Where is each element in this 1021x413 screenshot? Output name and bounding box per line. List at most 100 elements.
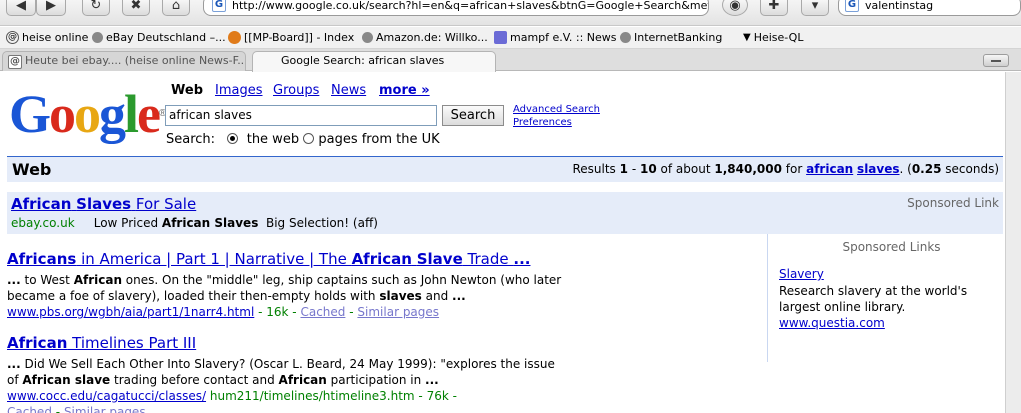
google-search-engine-icon: G bbox=[845, 0, 859, 12]
bookmark-mampf[interactable]: mampf e.V. :: News bbox=[494, 31, 617, 44]
bookmark-heise[interactable]: @ heise online bbox=[6, 31, 88, 44]
mp-board-icon bbox=[228, 31, 241, 44]
results-header: Web Results 1 - 10 of about 1,840,000 fo… bbox=[7, 156, 1003, 182]
bookmark-label: mampf e.V. :: News bbox=[510, 31, 617, 44]
bookmark-label: [[MP-Board]] - Index bbox=[244, 31, 355, 44]
snippet-part: trading before contact and bbox=[110, 373, 279, 387]
search-options: Advanced Search Preferences bbox=[513, 103, 600, 129]
stop-icon: ✖ bbox=[130, 0, 142, 13]
bookmark-label: eBay Deutschland –... bbox=[106, 31, 226, 44]
snippet-part: ... bbox=[7, 357, 21, 371]
side-sponsored-links: Sponsored Links Slavery Research slavery… bbox=[767, 234, 1003, 362]
bookmark-heise-ql[interactable]: ▼ Heise-QL bbox=[743, 31, 803, 44]
tab-web: Web bbox=[171, 83, 203, 98]
bookmark-mp-board[interactable]: [[MP-Board]] - Index bbox=[228, 31, 354, 44]
cached-link[interactable]: Cached bbox=[7, 405, 52, 413]
query-term-link[interactable]: slaves bbox=[857, 162, 899, 176]
result-url-line: Cached - Similar pages bbox=[7, 404, 567, 413]
more-link[interactable]: more » bbox=[379, 83, 430, 98]
bookmark-label: heise online bbox=[22, 31, 89, 44]
result-url-line: www.cocc.edu/cagatucci/classes/ hum211/t… bbox=[7, 388, 567, 404]
plus-icon: ✚ bbox=[768, 0, 780, 13]
results-pre: Results bbox=[572, 162, 616, 176]
browser-search-text: valentinstag bbox=[865, 0, 934, 12]
title-part: African bbox=[351, 250, 412, 268]
results-of-about: of about bbox=[660, 162, 711, 176]
snippet-part: ... bbox=[425, 373, 439, 387]
search-button[interactable]: Search bbox=[442, 105, 504, 126]
bookmark-ebay[interactable]: eBay Deutschland –... bbox=[92, 31, 226, 44]
results-for: for bbox=[785, 162, 803, 176]
advanced-search-link[interactable]: Advanced Search bbox=[513, 103, 600, 116]
cached-link[interactable]: Cached bbox=[300, 305, 345, 319]
mail-icon bbox=[494, 31, 507, 44]
result-title-link[interactable]: Africans in America | Part 1 | Narrative… bbox=[7, 250, 567, 269]
preferences-link[interactable]: Preferences bbox=[513, 116, 600, 129]
sponsored-links-heading: Sponsored Links bbox=[842, 240, 941, 254]
radio-pages-uk[interactable] bbox=[303, 133, 315, 144]
snippet-part: participation in bbox=[326, 373, 426, 387]
browser-search-input[interactable]: G valentinstag bbox=[838, 0, 1021, 16]
results-title: Web bbox=[12, 160, 52, 179]
forward-button[interactable]: ▶ bbox=[36, 0, 66, 16]
similar-pages-link[interactable]: Similar pages bbox=[64, 405, 146, 413]
result-title-link[interactable]: African Timelines Part III bbox=[7, 334, 567, 353]
result-url[interactable]: www.cocc.edu/cagatucci/classes/ bbox=[7, 389, 206, 403]
title-part: in America | Part 1 | Narrative | The bbox=[76, 250, 352, 268]
result-url[interactable]: www.pbs.org/wgbh/aia/part1/1narr4.html bbox=[7, 305, 254, 319]
title-part: Africans bbox=[7, 250, 77, 268]
heise-icon: @ bbox=[6, 31, 19, 44]
tab-images[interactable]: Images bbox=[215, 83, 263, 98]
title-part: Slave bbox=[416, 250, 463, 268]
google-logo[interactable]: Google® bbox=[9, 84, 166, 144]
results-to: 10 bbox=[640, 162, 657, 176]
tab-news[interactable]: News bbox=[331, 83, 366, 98]
snippet-part: slaves bbox=[379, 289, 422, 303]
separator: - bbox=[349, 305, 354, 319]
tab-groups[interactable]: Groups bbox=[273, 83, 319, 98]
side-ad-url[interactable]: www.questia.com bbox=[779, 315, 1004, 331]
similar-pages-link[interactable]: Similar pages bbox=[357, 305, 439, 319]
back-button[interactable]: ◀ bbox=[6, 0, 36, 16]
navigation-toolbar: ◀ ▶ ↻ ✖ ⌂ G http://www.google.co.uk/sear… bbox=[0, 0, 1021, 26]
ad-title-part: African bbox=[11, 195, 72, 213]
top-ad-line: ebay.co.uk Low Priced African Slaves Big… bbox=[11, 216, 378, 230]
home-button[interactable]: ⌂ bbox=[162, 0, 190, 16]
bookmark-label: Amazon.de: Willko... bbox=[376, 31, 488, 44]
top-ad-title-link[interactable]: African Slaves For Sale bbox=[11, 195, 196, 213]
go-button[interactable]: ◉ bbox=[722, 0, 748, 16]
snippet-part: African bbox=[73, 273, 122, 287]
address-bar[interactable]: G http://www.google.co.uk/search?hl=en&q… bbox=[203, 0, 709, 16]
ad-title-part: Slaves bbox=[76, 195, 132, 213]
close-tab-button[interactable] bbox=[983, 54, 1009, 67]
result-snippet: ... to West African ones. On the "middle… bbox=[7, 272, 567, 304]
pin-icon bbox=[92, 32, 103, 43]
new-tab-button[interactable]: ✚ bbox=[760, 0, 788, 16]
back-icon: ◀ bbox=[16, 0, 26, 13]
query-term-link[interactable]: african bbox=[806, 162, 853, 176]
reload-icon: ↻ bbox=[90, 0, 102, 13]
bookmarks-bar: @ heise online eBay Deutschland –... [[M… bbox=[0, 27, 1021, 49]
radio-the-web[interactable] bbox=[227, 133, 239, 144]
tab-heise[interactable]: @ Heute bei ebay.... (heise online News-… bbox=[2, 51, 246, 71]
reload-button[interactable]: ↻ bbox=[82, 0, 110, 16]
tab-label: Google Search: african slaves bbox=[281, 54, 445, 67]
snippet-part: African bbox=[278, 373, 327, 387]
sponsored-link-label: Sponsored Link bbox=[907, 196, 999, 210]
bookmark-label: Heise-QL bbox=[753, 31, 804, 44]
dropdown-button[interactable]: ▾ bbox=[801, 0, 829, 16]
eye-icon: ◉ bbox=[729, 0, 741, 13]
side-ad-title-link[interactable]: Slavery bbox=[779, 267, 824, 281]
snippet-part: to West bbox=[20, 273, 74, 287]
search-scope: Search: the web pages from the UK bbox=[166, 132, 440, 147]
search-input[interactable]: african slaves bbox=[165, 105, 437, 126]
bookmark-internetbanking[interactable]: InternetBanking bbox=[620, 31, 722, 44]
side-ad-body: Research slavery at the world's largest … bbox=[779, 283, 1004, 331]
bookmark-amazon[interactable]: Amazon.de: Willko... bbox=[362, 31, 488, 44]
title-part: Timelines Part III bbox=[67, 334, 197, 352]
separator: - bbox=[55, 405, 61, 413]
result-url-path: hum211/timelines/htimeline3.htm bbox=[209, 389, 415, 403]
stop-button[interactable]: ✖ bbox=[122, 0, 150, 16]
tab-google-search[interactable]: Google Search: african slaves bbox=[252, 51, 496, 72]
ad-desc-part: Low Priced bbox=[93, 216, 159, 230]
